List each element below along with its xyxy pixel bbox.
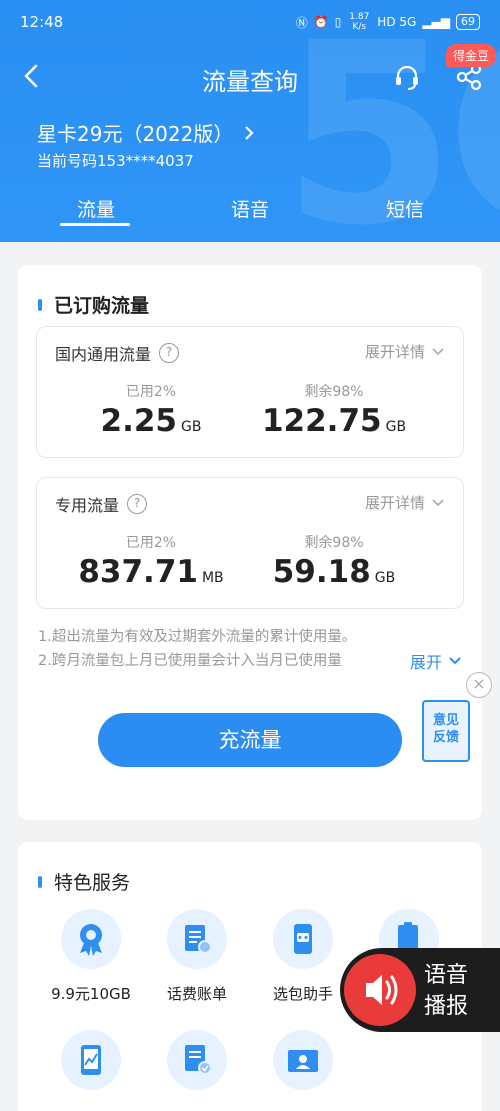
domestic-label-row: 国内通用流量 ? [55,341,180,365]
domestic-used: 已用2% 2.25 GB [51,381,251,439]
voice-broadcast-label: 语音 播报 [424,960,468,1022]
network-type: HD 5G [377,15,417,29]
id-card-icon [273,1030,333,1090]
phone-chart-icon [61,1030,121,1090]
service-label: 选包助手 [272,985,333,1003]
alarm-icon: ⏰ [313,15,329,29]
remain-label: 剩余98% [304,535,364,551]
voice-line2: 播报 [424,994,469,1019]
notes-expand-label: 展开 [410,653,443,672]
remain-value: 122.75 [261,403,382,439]
active-tab-indicator [60,223,130,226]
remain-value: 59.18 [272,554,371,590]
dedicated-remaining: 剩余98% 59.18 GB [234,532,434,590]
customer-service-button[interactable] [392,62,422,92]
phone-number: 当前号码153****4037 [37,152,194,170]
feedback-button[interactable]: 意见 反馈 [422,700,470,762]
chevron-right-icon [245,125,254,140]
section-marker [38,298,42,311]
service-item-doc-check[interactable] [147,1030,247,1104]
close-feedback-icon[interactable]: × [466,672,492,698]
used-label: 已用2% [125,384,177,400]
dedicated-data-box: 专用流量 ? 展开详情 已用2% 837.71 MB 剩余98% 59.18 GB [36,477,464,609]
speaker-icon [344,954,416,1026]
domestic-remaining: 剩余98% 122.75 GB [234,381,434,439]
recharge-data-button[interactable]: 充流量 [98,713,402,767]
nav-bar: 流量查询 [0,52,500,102]
help-icon[interactable]: ? [159,343,180,363]
help-icon[interactable]: ? [127,494,148,514]
tab-voice[interactable]: 语音 [231,195,269,222]
used-unit: GB [181,419,202,435]
expand-label: 展开详情 [364,343,425,361]
plan-name: 星卡29元（2022版） [37,122,234,146]
used-value: 2.25 [100,403,178,439]
expand-label: 展开详情 [364,494,425,512]
feedback-line1: 意见 [432,713,459,728]
used-label: 已用2% [125,535,177,551]
service-label: 话费账单 [166,985,227,1003]
voice-broadcast-button[interactable]: 语音 播报 [340,948,500,1032]
doc-check-icon [167,1030,227,1090]
remain-label: 剩余98% [304,384,364,400]
remain-amount: 122.75 GB [234,403,434,439]
network-speed: 1.87 K/s [349,12,370,32]
subscribed-data-card: 已订购流量 国内通用流量 ? 展开详情 已用2% 2.25 GB 剩余98% 12… [18,265,482,820]
service-item-id-card[interactable] [253,1030,353,1104]
remain-unit: GB [374,570,396,586]
gold-bean-badge[interactable]: 得金豆 [445,44,496,67]
tab-sms[interactable]: 短信 [386,195,424,222]
vibrate-icon: ▯ [334,15,342,29]
usage-notes: 1.超出流量为有效及过期套外流量的累计使用量。 2.跨月流量包上月已使用量会计入… [38,625,468,673]
status-bar: 12:48 Ⓝ ⏰ ▯ 1.87 K/s HD 5G ▂▄▆ 69 [0,0,500,44]
remain-unit: GB [385,419,407,435]
service-item-package-assistant[interactable]: 选包助手 [253,909,353,1004]
feedback-line2: 反馈 [432,730,459,745]
used-amount: 2.25 GB [51,403,251,439]
chevron-down-icon [432,498,444,506]
remain-amount: 59.18 GB [234,554,434,590]
header: 5G 12:48 Ⓝ ⏰ ▯ 1.87 K/s HD 5G ▂▄▆ 69 流量查… [0,0,500,242]
domestic-label: 国内通用流量 [55,345,152,364]
dedicated-expand-link[interactable]: 展开详情 [365,492,445,513]
tab-data[interactable]: 流量 [77,195,115,222]
nfc-icon: Ⓝ [295,15,308,30]
section-header: 已订购流量 [38,291,149,318]
voice-line1: 语音 [424,963,469,988]
chevron-down-icon [449,657,461,665]
medal-icon [61,909,121,969]
chevron-down-icon [432,347,444,355]
signal-icon: ▂▄▆ [422,15,450,29]
service-item-9-9-10gb[interactable]: 9.9元10GB [41,909,141,1004]
robot-icon [273,909,333,969]
service-item-phone-chart[interactable] [41,1030,141,1104]
used-value: 837.71 [78,554,198,590]
note-2: 2.跨月流量包上月已使用量会计入当月已使用量 [38,653,342,669]
status-time: 12:48 [20,13,64,31]
headset-icon [396,65,418,90]
section-title: 特色服务 [54,872,131,894]
plan-selector[interactable]: 星卡29元（2022版） [37,118,255,147]
service-label: 9.9元10GB [51,985,131,1003]
bill-icon [167,909,227,969]
section-title: 已订购流量 [54,295,150,317]
service-item-bill[interactable]: 话费账单 [147,909,247,1004]
section-header: 特色服务 [38,868,130,895]
dedicated-label-row: 专用流量 ? [55,492,148,516]
domestic-expand-link[interactable]: 展开详情 [365,341,445,362]
page-title: 流量查询 [202,68,298,96]
note-1: 1.超出流量为有效及过期套外流量的累计使用量。 [38,629,357,645]
used-unit: MB [201,570,224,586]
domestic-data-box: 国内通用流量 ? 展开详情 已用2% 2.25 GB 剩余98% 122.75 GB [36,326,464,458]
section-marker [38,875,42,888]
status-icons: Ⓝ ⏰ ▯ 1.87 K/s HD 5G ▂▄▆ 69 [296,12,480,32]
battery-icon: 69 [456,14,480,30]
used-amount: 837.71 MB [51,554,251,590]
dedicated-used: 已用2% 837.71 MB [51,532,251,590]
notes-expand-link[interactable]: 展开 [406,649,463,673]
dedicated-label: 专用流量 [55,496,120,515]
